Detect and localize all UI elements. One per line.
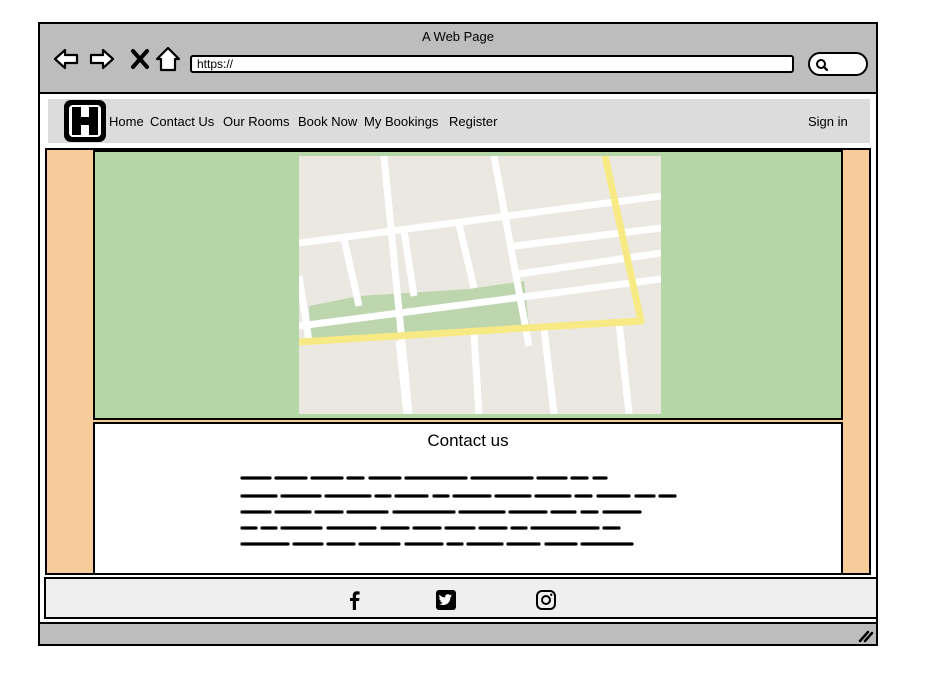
nav-link-my-bookings[interactable]: My Bookings bbox=[364, 114, 438, 129]
window-title: A Web Page bbox=[421, 29, 495, 44]
stop-x-icon[interactable] bbox=[126, 45, 154, 73]
home-icon[interactable] bbox=[154, 45, 182, 73]
nav-link-book-now[interactable]: Book Now bbox=[298, 114, 357, 129]
url-input[interactable]: https:// bbox=[190, 55, 794, 73]
site-navbar: Home Contact Us Our Rooms Book Now My Bo… bbox=[48, 99, 870, 143]
logo-h-icon bbox=[72, 107, 98, 135]
site-footer bbox=[44, 577, 878, 619]
twitter-icon[interactable] bbox=[434, 588, 458, 612]
resize-grip-icon[interactable] bbox=[858, 629, 874, 643]
nav-link-contact-us[interactable]: Contact Us bbox=[150, 114, 214, 129]
page-content: Contact us bbox=[45, 148, 871, 575]
hotel-logo[interactable] bbox=[64, 100, 106, 142]
facebook-icon[interactable] bbox=[342, 588, 366, 612]
browser-titlebar: A Web Page https:// bbox=[40, 24, 876, 94]
contact-section: Contact us bbox=[93, 422, 843, 575]
location-map[interactable] bbox=[299, 156, 661, 414]
nav-link-register[interactable]: Register bbox=[449, 114, 497, 129]
sign-in-link[interactable]: Sign in bbox=[808, 114, 848, 129]
browser-search-button[interactable] bbox=[808, 52, 868, 76]
browser-statusbar bbox=[40, 622, 876, 644]
back-arrow-icon[interactable] bbox=[52, 45, 80, 73]
nav-link-our-rooms[interactable]: Our Rooms bbox=[223, 114, 289, 129]
browser-window: A Web Page https:// Home Contact Us Our … bbox=[38, 22, 878, 646]
instagram-icon[interactable] bbox=[534, 588, 558, 612]
map-section bbox=[93, 150, 843, 420]
placeholder-text-scribble bbox=[240, 476, 678, 546]
forward-arrow-icon[interactable] bbox=[88, 45, 116, 73]
contact-heading: Contact us bbox=[427, 431, 509, 450]
nav-link-home[interactable]: Home bbox=[109, 114, 144, 129]
magnifier-icon bbox=[816, 59, 829, 72]
logo-frame bbox=[69, 105, 101, 137]
